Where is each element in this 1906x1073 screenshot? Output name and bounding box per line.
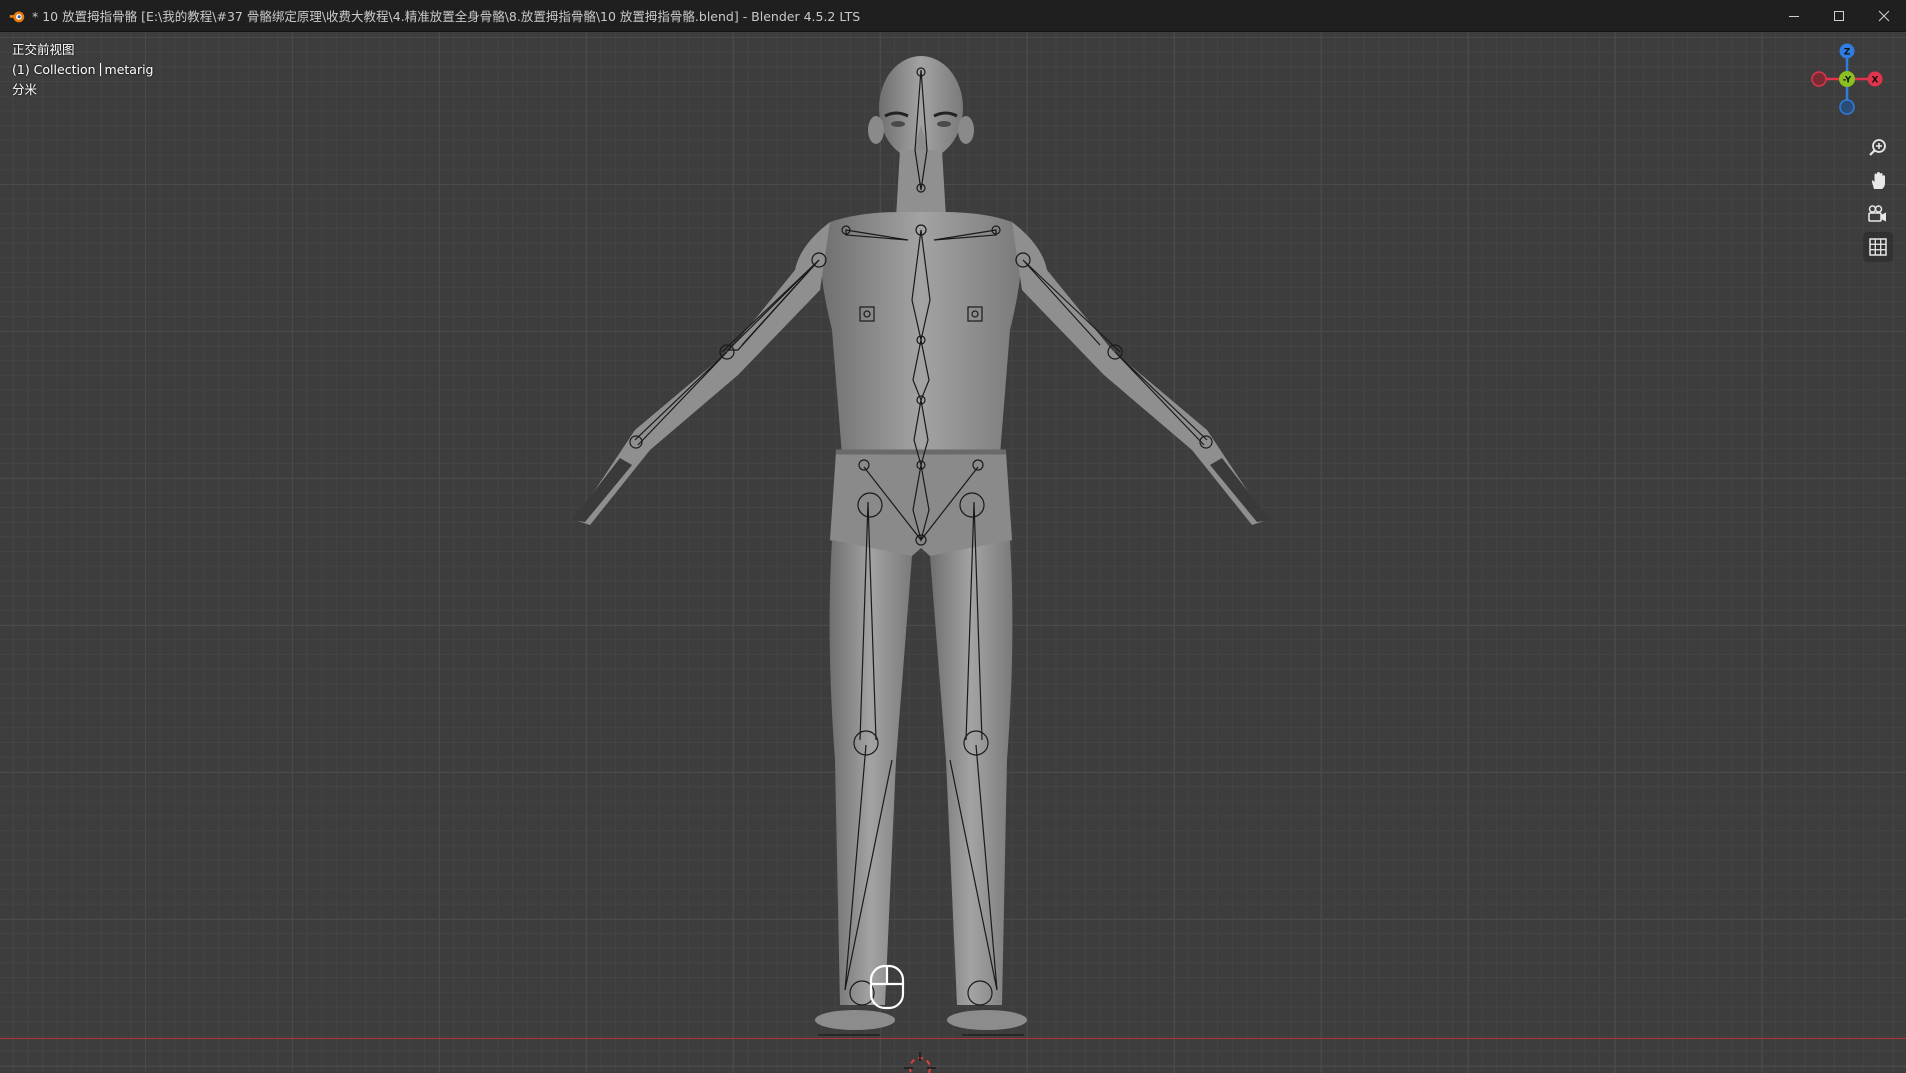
navigation-gizmo[interactable]: Z -Y X — [1802, 40, 1892, 130]
ortho-toggle-button[interactable] — [1863, 232, 1893, 262]
3d-viewport[interactable]: 正交前视图 (1) Collection metarig 分米 Z -Y X — [0, 32, 1906, 1073]
gizmo-label-z: Z — [1844, 48, 1851, 58]
minimize-icon — [1788, 15, 1799, 17]
camera-view-button[interactable] — [1863, 199, 1893, 229]
close-button[interactable] — [1861, 0, 1906, 31]
mouse-icon — [869, 964, 905, 1010]
gizmo-x-neg[interactable] — [1811, 71, 1827, 87]
character-mesh[interactable] — [0, 32, 1906, 1073]
maximize-icon — [1833, 10, 1844, 21]
window-title: * 10 放置拇指骨骼 [E:\我的教程\#37 骨骼绑定原理\收费大教程\4.… — [32, 9, 861, 24]
gizmo-label-x: X — [1872, 76, 1879, 86]
window-controls — [1771, 0, 1906, 31]
zoom-button[interactable] — [1863, 133, 1893, 163]
close-icon — [1878, 10, 1889, 21]
maximize-button[interactable] — [1816, 0, 1861, 31]
ortho-grid-icon — [1869, 238, 1887, 256]
title-bar: * 10 放置拇指骨骼 [E:\我的教程\#37 骨骼绑定原理\收费大教程\4.… — [0, 0, 1906, 32]
pan-button[interactable] — [1863, 166, 1893, 196]
minimize-button[interactable] — [1771, 0, 1816, 31]
x-axis-line — [0, 1038, 1906, 1039]
camera-view-icon — [1868, 205, 1886, 222]
gizmo-label-y: -Y — [1843, 76, 1852, 86]
pan-hand-icon — [1871, 172, 1885, 189]
gizmo-z-neg[interactable] — [1839, 99, 1855, 115]
3d-cursor-icon[interactable] — [904, 1052, 936, 1073]
navigation-tools — [1863, 133, 1893, 262]
zoom-icon — [1869, 139, 1886, 156]
blender-logo-icon — [9, 11, 25, 22]
